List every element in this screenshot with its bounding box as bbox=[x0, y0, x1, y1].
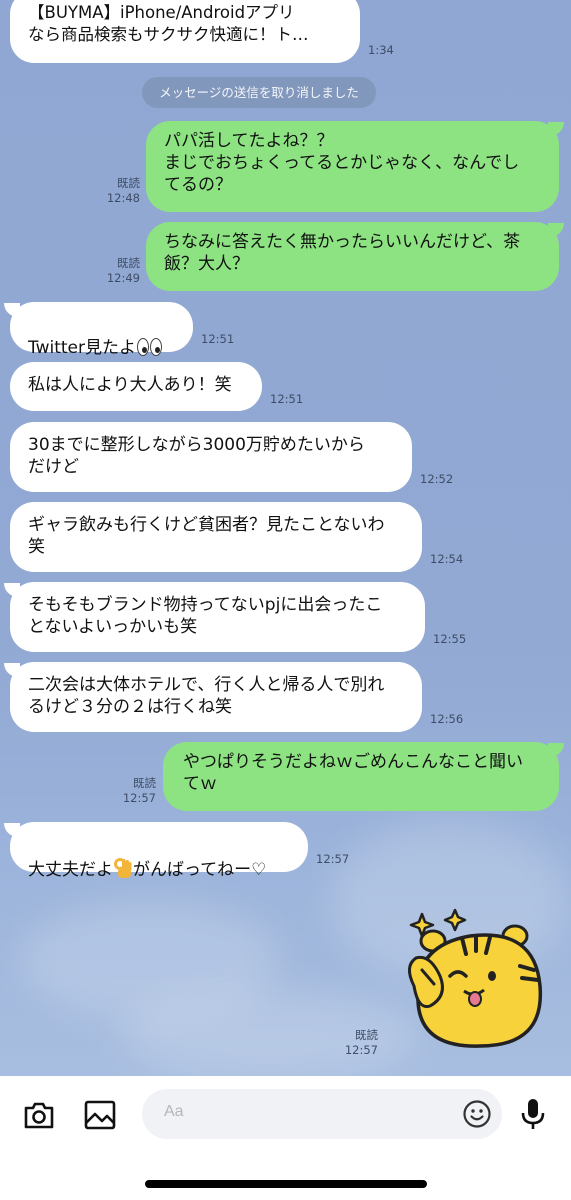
tiger-sticker[interactable] bbox=[400, 906, 550, 1051]
system-notice: メッセージの送信を取り消しました bbox=[142, 77, 376, 108]
camera-icon[interactable] bbox=[21, 1097, 57, 1133]
message-time: 12:51 bbox=[270, 392, 304, 406]
message-time: 12:51 bbox=[201, 332, 235, 346]
message-text: Twitter見たよ bbox=[28, 338, 136, 358]
message-time: 12:56 bbox=[430, 712, 464, 726]
bubble-tail bbox=[4, 583, 20, 597]
ok-hand-emoji bbox=[114, 858, 132, 878]
message-bubble-outgoing[interactable]: パパ活してたよね？？ まじでおちょくってるとかじゃなく、なんでし てるの？ bbox=[146, 121, 559, 212]
chat-area[interactable]: 【BUYMA】iPhone/Androidアプリ なら商品検索もサクサク快適に！… bbox=[0, 0, 571, 1076]
message-time: 12:52 bbox=[420, 472, 454, 486]
microphone-icon[interactable] bbox=[515, 1096, 551, 1132]
message-time: 12:54 bbox=[430, 552, 464, 566]
bubble-tail bbox=[4, 663, 20, 677]
message-bubble-outgoing[interactable]: ちなみに答えたく無かったらいいんだけど、茶 飯？大人？ bbox=[146, 222, 559, 291]
home-indicator bbox=[145, 1180, 427, 1188]
read-receipt: 既読 12:57 bbox=[122, 776, 156, 805]
bubble-tail bbox=[548, 122, 564, 136]
message-bubble-incoming[interactable]: 【BUYMA】iPhone/Androidアプリ なら商品検索もサクサク快適に！… bbox=[10, 0, 360, 63]
message-bubble-incoming[interactable]: 私は人により大人あり！笑 bbox=[10, 362, 262, 411]
image-icon[interactable] bbox=[82, 1097, 118, 1133]
message-time: 1:34 bbox=[368, 43, 394, 57]
read-receipt: 既読 12:48 bbox=[106, 176, 140, 205]
message-bubble-incoming[interactable]: そもそもブランド物持ってないpjに出会ったこ とないよいっかいも笑 bbox=[10, 582, 425, 652]
message-bubble-outgoing[interactable]: やつぱりそうだよねｗごめんこんなこと聞い てｗ bbox=[163, 742, 559, 811]
message-bubble-incoming[interactable]: ギャラ飲みも行くけど貧困者？見たことないわ 笑 bbox=[10, 502, 422, 572]
emoji-icon[interactable] bbox=[462, 1099, 492, 1129]
message-bubble-incoming[interactable]: Twitter見たよ bbox=[10, 302, 193, 358]
bubble-tail bbox=[4, 823, 20, 837]
message-text: がんばってねー♡ bbox=[133, 860, 267, 880]
bubble-tail bbox=[548, 743, 564, 757]
input-placeholder: Aa bbox=[164, 1103, 184, 1120]
message-text: 大丈夫だよ bbox=[28, 860, 113, 880]
message-time: 12:57 bbox=[316, 852, 350, 866]
read-receipt: 既読 12:49 bbox=[106, 256, 140, 285]
read-receipt: 既読 12:57 bbox=[344, 1028, 378, 1057]
eyes-emoji bbox=[136, 338, 162, 356]
message-bubble-incoming[interactable]: 大丈夫だよ がんばってねー♡ bbox=[10, 822, 308, 880]
message-time: 12:55 bbox=[433, 632, 467, 646]
bubble-tail bbox=[548, 223, 564, 237]
message-bubble-incoming[interactable]: 30までに整形しながら3000万貯めたいから だけど bbox=[10, 422, 412, 492]
message-bubble-incoming[interactable]: 二次会は大体ホテルで、行く人と帰る人で別れ るけど３分の２は行くね笑 bbox=[10, 662, 422, 732]
message-input[interactable]: Aa bbox=[142, 1089, 502, 1139]
